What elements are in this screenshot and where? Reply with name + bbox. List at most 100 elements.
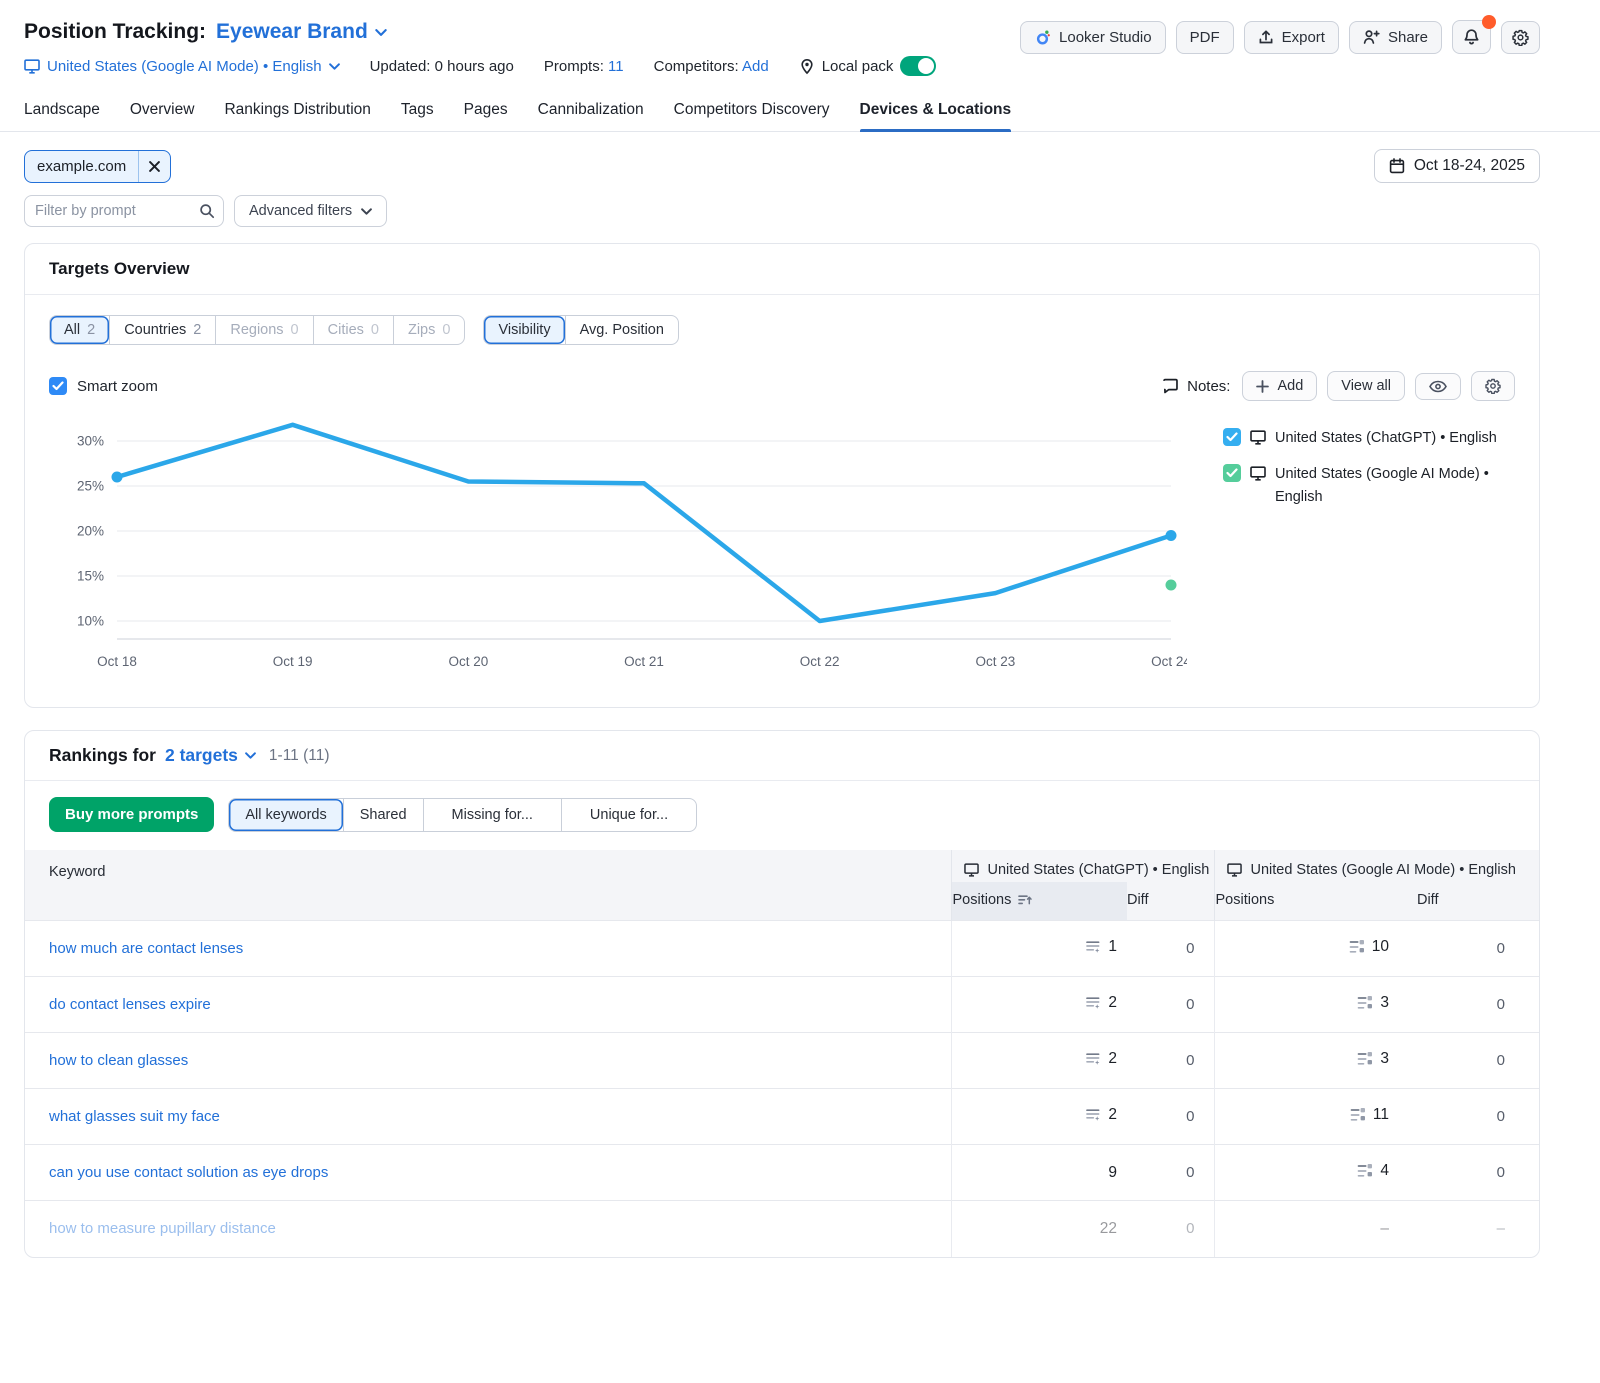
search-icon[interactable] bbox=[199, 203, 215, 219]
tab-overview[interactable]: Overview bbox=[130, 92, 195, 131]
svg-text:20%: 20% bbox=[77, 524, 104, 539]
positions-header-google-ai-mode[interactable]: Positions bbox=[1215, 882, 1417, 921]
domain-filter-chip: example.com bbox=[24, 150, 171, 183]
metric-tab-visibility[interactable]: Visibility bbox=[484, 316, 564, 344]
keyword-link[interactable]: what glasses suit my face bbox=[49, 1108, 220, 1125]
filter-row-2: Advanced filters bbox=[0, 195, 1600, 227]
project-selector[interactable]: Eyewear Brand bbox=[216, 20, 387, 44]
table-row: how to measure pupillary distance 22 0 –… bbox=[25, 1201, 1539, 1257]
close-icon bbox=[149, 161, 160, 172]
looker-studio-button[interactable]: Looker Studio bbox=[1020, 21, 1166, 54]
filter-tab-all-keywords[interactable]: All keywords bbox=[229, 799, 342, 831]
local-pack-toggle[interactable] bbox=[900, 56, 936, 76]
local-pack-control: Local pack bbox=[799, 56, 937, 76]
ai-overview-serp-icon bbox=[1085, 1051, 1101, 1067]
group-header-google-ai-mode: United States (Google AI Mode) • English bbox=[1215, 850, 1539, 882]
tab-rankings-distribution[interactable]: Rankings Distribution bbox=[224, 92, 370, 131]
ai-overview-serp-icon bbox=[1085, 995, 1101, 1011]
positions-header-chatgpt-sorted[interactable]: Positions bbox=[952, 882, 1127, 921]
note-bubble-icon bbox=[1162, 378, 1179, 394]
scope-segmented-control: All 2 Countries 2 Regions 0 Cities 0 Zip… bbox=[49, 315, 465, 345]
targets-count-selector[interactable]: 2 targets bbox=[165, 745, 256, 766]
table-row: do contact lenses expire 2 0 3 0 bbox=[25, 977, 1539, 1033]
pdf-label: PDF bbox=[1190, 29, 1220, 46]
view-all-notes-button[interactable]: View all bbox=[1327, 371, 1405, 401]
keyword-link[interactable]: how to measure pupillary distance bbox=[49, 1220, 276, 1237]
diff-header-chatgpt[interactable]: Diff bbox=[1127, 882, 1215, 921]
filter-tab-shared[interactable]: Shared bbox=[343, 799, 423, 831]
pdf-button[interactable]: PDF bbox=[1176, 21, 1234, 54]
rankings-table: Keyword United States (ChatGPT) • Englis… bbox=[25, 850, 1539, 1257]
legend-item-chatgpt: United States (ChatGPT) • English bbox=[1223, 427, 1515, 449]
domain-chip-label: example.com bbox=[25, 151, 138, 182]
keyword-column-header: Keyword bbox=[25, 850, 952, 921]
bell-icon bbox=[1463, 28, 1480, 46]
notifications-button[interactable] bbox=[1452, 20, 1491, 54]
smart-zoom-checkbox[interactable]: Smart zoom bbox=[49, 377, 158, 395]
tab-pages[interactable]: Pages bbox=[464, 92, 508, 131]
keyword-filter-tabs: All keywords Shared Missing for... Uniqu… bbox=[228, 798, 697, 832]
prompts-value-link[interactable]: 11 bbox=[608, 58, 624, 75]
keyword-link[interactable]: how much are contact lenses bbox=[49, 940, 243, 957]
sort-icon bbox=[1018, 894, 1032, 906]
competitors-add-link[interactable]: Add bbox=[742, 58, 769, 75]
scope-tab-countries[interactable]: Countries 2 bbox=[109, 316, 215, 344]
export-button[interactable]: Export bbox=[1244, 21, 1339, 54]
diff-header-google-ai-mode[interactable]: Diff bbox=[1417, 882, 1539, 921]
buy-more-prompts-button[interactable]: Buy more prompts bbox=[49, 797, 214, 832]
local-pack-label: Local pack bbox=[822, 58, 894, 75]
chevron-down-icon bbox=[361, 208, 372, 215]
keyword-link[interactable]: how to clean glasses bbox=[49, 1052, 188, 1069]
scope-tab-cities: Cities 0 bbox=[313, 316, 393, 344]
tab-devices-locations[interactable]: Devices & Locations bbox=[860, 92, 1012, 131]
chevron-down-icon bbox=[245, 752, 256, 759]
target-selector[interactable]: United States (Google AI Mode) • English bbox=[24, 58, 340, 75]
ai-overview-serp-icon bbox=[1085, 939, 1101, 955]
svg-text:30%: 30% bbox=[77, 434, 104, 449]
notes-toolbar: Notes: Add View all bbox=[1162, 371, 1515, 401]
scope-tab-all[interactable]: All 2 bbox=[50, 316, 109, 344]
svg-text:Oct 23: Oct 23 bbox=[975, 654, 1015, 669]
filter-tab-unique-for[interactable]: Unique for... bbox=[561, 799, 696, 831]
project-name: Eyewear Brand bbox=[216, 20, 368, 44]
legend-item-google-ai-mode: United States (Google AI Mode) • English bbox=[1223, 463, 1515, 508]
location-pin-icon bbox=[799, 58, 815, 75]
share-button[interactable]: Share bbox=[1349, 21, 1442, 54]
date-range-button[interactable]: Oct 18-24, 2025 bbox=[1374, 149, 1540, 183]
metric-tab-avg-position[interactable]: Avg. Position bbox=[565, 316, 678, 344]
legend-checkbox-google-ai-mode[interactable] bbox=[1223, 464, 1241, 482]
chart-settings-button[interactable] bbox=[1471, 371, 1515, 401]
header-actions: Looker Studio PDF Export Share bbox=[1020, 20, 1540, 54]
keyword-link[interactable]: do contact lenses expire bbox=[49, 996, 211, 1013]
looker-studio-label: Looker Studio bbox=[1059, 29, 1152, 46]
settings-button[interactable] bbox=[1501, 21, 1540, 54]
toggle-notes-visibility-button[interactable] bbox=[1415, 373, 1461, 400]
legend-checkbox-chatgpt[interactable] bbox=[1223, 428, 1241, 446]
export-label: Export bbox=[1282, 29, 1325, 46]
filter-row: example.com Oct 18-24, 2025 bbox=[0, 149, 1600, 183]
add-note-button[interactable]: Add bbox=[1242, 371, 1317, 401]
visibility-chart: 30%25%20%15%10%Oct 18Oct 19Oct 20Oct 21O… bbox=[49, 415, 1187, 683]
table-row: what glasses suit my face 2 0 11 0 bbox=[25, 1089, 1539, 1145]
table-row: how much are contact lenses 1 0 10 0 bbox=[25, 921, 1539, 977]
tab-landscape[interactable]: Landscape bbox=[24, 92, 100, 131]
prompt-filter-input[interactable] bbox=[35, 203, 199, 219]
advanced-filters-button[interactable]: Advanced filters bbox=[234, 195, 387, 227]
plus-icon bbox=[1256, 380, 1269, 393]
svg-text:10%: 10% bbox=[77, 614, 104, 629]
tab-tags[interactable]: Tags bbox=[401, 92, 434, 131]
remove-chip-button[interactable] bbox=[138, 151, 170, 182]
add-note-label: Add bbox=[1277, 378, 1303, 394]
svg-text:Oct 20: Oct 20 bbox=[448, 654, 488, 669]
checkbox-checked-icon bbox=[49, 377, 67, 395]
tab-competitors-discovery[interactable]: Competitors Discovery bbox=[674, 92, 830, 131]
share-label: Share bbox=[1388, 29, 1428, 46]
filter-tab-missing-for[interactable]: Missing for... bbox=[423, 799, 561, 831]
tab-cannibalization[interactable]: Cannibalization bbox=[538, 92, 644, 131]
keyword-link[interactable]: can you use contact solution as eye drop… bbox=[49, 1164, 328, 1181]
calendar-icon bbox=[1389, 158, 1405, 174]
updated-status: Updated: 0 hours ago bbox=[370, 58, 514, 75]
upload-icon bbox=[1258, 29, 1274, 45]
legend-label-chatgpt: United States (ChatGPT) • English bbox=[1275, 427, 1497, 449]
targets-overview-card: Targets Overview All 2 Countries 2 Regio… bbox=[24, 243, 1540, 708]
